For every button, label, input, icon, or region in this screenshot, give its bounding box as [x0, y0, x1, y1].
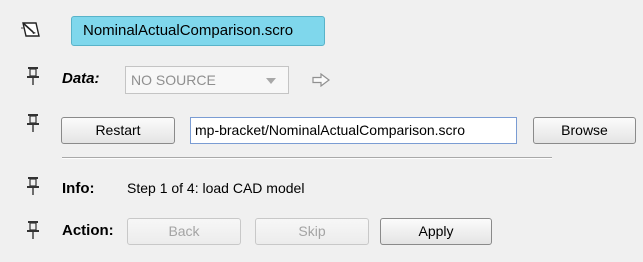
data-source-value: NO SOURCE	[131, 72, 216, 88]
action-label: Action:	[62, 222, 114, 239]
edit-script-icon	[20, 20, 42, 40]
browse-button[interactable]: Browse	[533, 117, 636, 144]
pin-icon[interactable]	[25, 66, 41, 86]
info-label: Info:	[62, 180, 95, 197]
data-label: Data:	[62, 70, 100, 87]
script-title[interactable]: NominalActualComparison.scro	[71, 16, 325, 46]
arrow-right-icon[interactable]	[312, 72, 330, 88]
chevron-down-icon	[266, 78, 276, 84]
pin-icon[interactable]	[25, 176, 41, 196]
restart-button[interactable]: Restart	[61, 117, 175, 144]
divider	[62, 157, 552, 159]
pin-icon[interactable]	[25, 113, 41, 133]
apply-button[interactable]: Apply	[380, 218, 492, 245]
skip-button[interactable]: Skip	[255, 218, 369, 245]
back-button[interactable]: Back	[127, 218, 241, 245]
pin-icon[interactable]	[25, 220, 41, 240]
data-source-dropdown[interactable]: NO SOURCE	[125, 66, 289, 94]
info-text: Step 1 of 4: load CAD model	[127, 180, 305, 196]
script-path-field[interactable]: mp-bracket/NominalActualComparison.scro	[190, 117, 517, 144]
